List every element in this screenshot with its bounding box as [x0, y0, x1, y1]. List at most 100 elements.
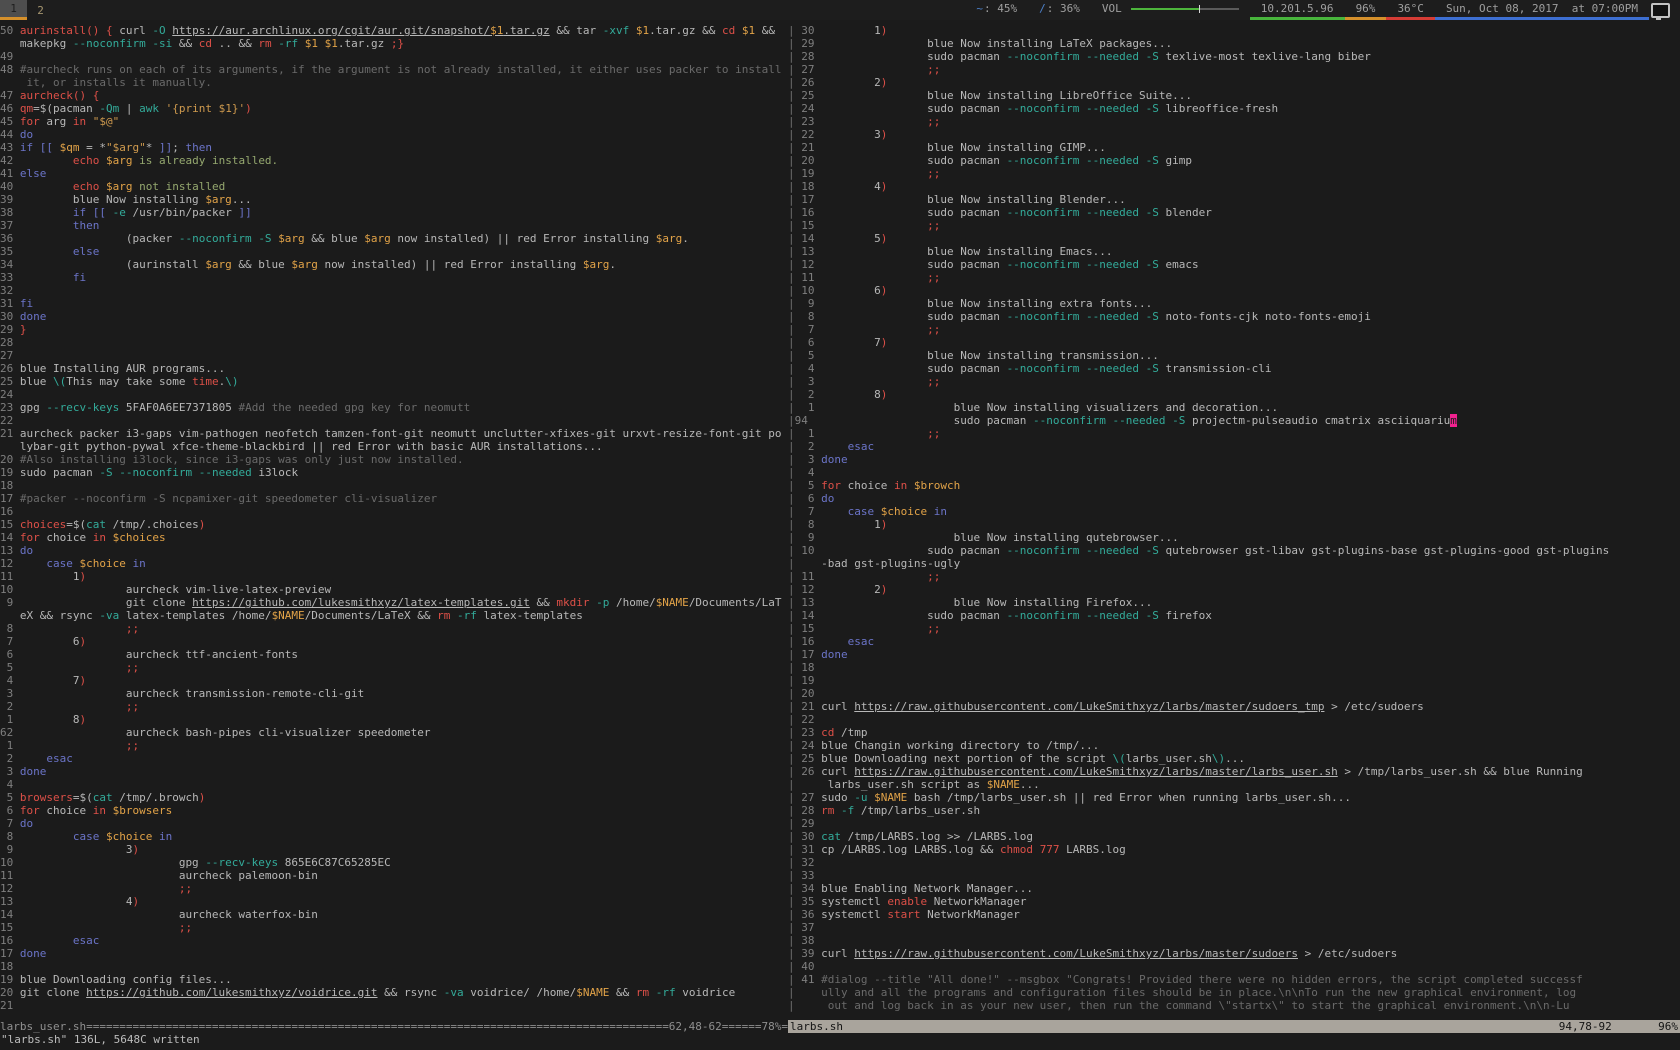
- code-row: 39 blue Now installing $arg...: [0, 193, 788, 206]
- code-row: 9 3): [0, 843, 788, 856]
- code-row: | 30 1): [788, 24, 1680, 37]
- code-row: | 17 blue Now installing Blender...: [788, 193, 1680, 206]
- code-row: | 1 blue Now installing visualizers and …: [788, 401, 1680, 414]
- code-row: | 17 done: [788, 648, 1680, 661]
- code-row: 35 else: [0, 245, 788, 258]
- code-row: 36 (packer --noconfirm -S $arg && blue $…: [0, 232, 788, 245]
- code-row: | 23 ;;: [788, 115, 1680, 128]
- code-row: | 4: [788, 466, 1680, 479]
- code-row: 48 #aurcheck runs on each of its argumen…: [0, 63, 788, 76]
- code-row: | 26 2): [788, 76, 1680, 89]
- volume-slider[interactable]: [1131, 8, 1239, 10]
- code-row: 21: [0, 999, 788, 1012]
- statusline-right-percent: 96%: [1612, 1020, 1678, 1033]
- battery-label: 96%: [1356, 2, 1376, 15]
- home-usage-label: : 45%: [984, 2, 1017, 15]
- code-row: 13 do: [0, 544, 788, 557]
- status-item-home-usage: ~: 45%: [965, 0, 1028, 20]
- code-row: | 11 ;;: [788, 570, 1680, 583]
- code-row: | 26 curl https://raw.githubusercontent.…: [788, 765, 1680, 778]
- statusline-fill: ========================================…: [86, 1020, 669, 1033]
- code-row: 19 blue Downloading config files...: [0, 973, 788, 986]
- code-row: 16 esac: [0, 934, 788, 947]
- code-row: | 28 sudo pacman --noconfirm --needed -S…: [788, 50, 1680, 63]
- code-row: | 37: [788, 921, 1680, 934]
- volume-slider-knob[interactable]: [1199, 5, 1200, 13]
- code-row: 41 else: [0, 167, 788, 180]
- code-row: | 23 cd /tmp: [788, 726, 1680, 739]
- code-row: 14 aurcheck waterfox-bin: [0, 908, 788, 921]
- code-row: 37 then: [0, 219, 788, 232]
- code-row: | 25 blue Downloading next portion of th…: [788, 752, 1680, 765]
- code-row: | 27 ;;: [788, 63, 1680, 76]
- code-row: 16: [0, 505, 788, 518]
- code-row: 43 if [[ $qm = *"$arg"* ]]; then: [0, 141, 788, 154]
- code-row: | 20 sudo pacman --noconfirm --needed -S…: [788, 154, 1680, 167]
- code-row: | 14 sudo pacman --noconfirm --needed -S…: [788, 609, 1680, 622]
- code-row: 13 4): [0, 895, 788, 908]
- code-row: | 15 ;;: [788, 219, 1680, 232]
- code-row: 3 aurcheck transmission-remote-cli-git: [0, 687, 788, 700]
- code-row: 28: [0, 336, 788, 349]
- datetime-label: Sun, Oct 08, 2017 at 07:00PM: [1446, 2, 1638, 15]
- code-row: | 7 ;;: [788, 323, 1680, 336]
- code-row: | 8 1): [788, 518, 1680, 531]
- code-row: 18: [0, 479, 788, 492]
- status-item-root-usage: /: 36%: [1028, 0, 1091, 20]
- code-row: | 8 sudo pacman --noconfirm --needed -S …: [788, 310, 1680, 323]
- vim-command-line: "larbs.sh" 136L, 5648C written: [0, 1033, 1680, 1046]
- code-row: | 10 sudo pacman --noconfirm --needed -S…: [788, 544, 1680, 557]
- code-row: 12 case $choice in: [0, 557, 788, 570]
- code-row: 3 done: [0, 765, 788, 778]
- code-row: 6 for choice in $browsers: [0, 804, 788, 817]
- code-row: 42 echo $arg is already installed.: [0, 154, 788, 167]
- root-usage-icon: /: [1039, 2, 1046, 15]
- code-row: | 41 #dialog --title "All done!" --msgbo…: [788, 973, 1680, 986]
- code-row: 19 sudo pacman -S --noconfirm --needed i…: [0, 466, 788, 479]
- code-row: | 7 case $choice in: [788, 505, 1680, 518]
- code-row: | 9 blue Now installing extra fonts...: [788, 297, 1680, 310]
- volume-label: VOL: [1102, 2, 1122, 15]
- code-row: 6 aurcheck ttf-ancient-fonts: [0, 648, 788, 661]
- code-row: | out and log back in as your new user, …: [788, 999, 1680, 1012]
- code-row: | 35 systemctl enable NetworkManager: [788, 895, 1680, 908]
- code-row: | 3 done: [788, 453, 1680, 466]
- code-row: 2 esac: [0, 752, 788, 765]
- right-pane-larbs-sh[interactable]: | 30 1)| 29 blue Now installing LaTeX pa…: [788, 24, 1680, 1020]
- code-row: 2 ;;: [0, 700, 788, 713]
- code-row: | 5 for choice in $browch: [788, 479, 1680, 492]
- code-row: 29 }: [0, 323, 788, 336]
- code-row: 46 qm=$(pacman -Qm | awk '{print $1}'): [0, 102, 788, 115]
- workspace-button-1[interactable]: 1: [0, 0, 27, 20]
- code-row: | 29 blue Now installing LaTeX packages.…: [788, 37, 1680, 50]
- code-row: 30 done: [0, 310, 788, 323]
- code-row: 47 aurcheck() {: [0, 89, 788, 102]
- vim-statusline: larbs_user.sh ==========================…: [0, 1020, 1680, 1033]
- code-row: it, or installs it manually.: [0, 76, 788, 89]
- code-row: | 2 esac: [788, 440, 1680, 453]
- code-row: | 1 ;;: [788, 427, 1680, 440]
- code-row: 15 ;;: [0, 921, 788, 934]
- code-row: | 38: [788, 934, 1680, 947]
- code-row: | 18: [788, 661, 1680, 674]
- code-row: | 24 sudo pacman --noconfirm --needed -S…: [788, 102, 1680, 115]
- code-row: 11 aurcheck palemoon-bin: [0, 869, 788, 882]
- top-bar: 12 ~: 45%/: 36%VOL10.201.5.9696%36°CSun,…: [0, 0, 1680, 20]
- workspace-button-2[interactable]: 2: [27, 0, 54, 20]
- code-row: | 29: [788, 817, 1680, 830]
- code-row: 62 aurcheck bash-pipes cli-visualizer sp…: [0, 726, 788, 739]
- left-pane-larbs-user-sh[interactable]: 50 aurinstall() { curl -O https://aur.ar…: [0, 24, 788, 1020]
- temperature-label: 36°C: [1397, 2, 1424, 15]
- code-row: 7 6): [0, 635, 788, 648]
- code-row: | 19 ;;: [788, 167, 1680, 180]
- code-row: 23 gpg --recv-keys 5FAF0A6EE7371805 #Add…: [0, 401, 788, 414]
- vim-editor: 50 aurinstall() { curl -O https://aur.ar…: [0, 20, 1680, 1020]
- code-row: 25 blue \(This may take some time.\): [0, 375, 788, 388]
- code-row: | 39 curl https://raw.githubusercontent.…: [788, 947, 1680, 960]
- statusline-left-tail: =: [781, 1020, 788, 1033]
- terminal-screen: 12 ~: 45%/: 36%VOL10.201.5.9696%36°CSun,…: [0, 0, 1680, 1050]
- code-row: 49: [0, 50, 788, 63]
- code-row: 10 gpg --recv-keys 865E6C87C65285EC: [0, 856, 788, 869]
- vim-cursor: m: [1450, 414, 1457, 427]
- code-row: 22: [0, 414, 788, 427]
